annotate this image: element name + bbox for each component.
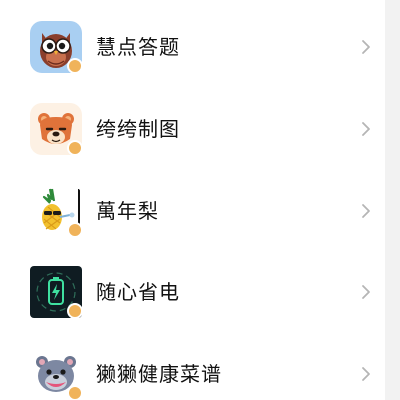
app-name: 獭獭健康菜谱 [96,362,222,386]
chevron-right-icon [362,367,370,381]
app-list: 慧点答题 绔绔制图 萬年梨 随心省电 獭獭健康菜谱 [0,0,385,400]
list-item-huidian[interactable]: 慧点答题 [0,6,385,88]
app-name: 萬年梨 [96,199,159,223]
list-item-tata[interactable]: 獭獭健康菜谱 [0,333,385,400]
list-item-suixin[interactable]: 随心省电 [0,251,385,333]
app-name: 慧点答题 [96,35,180,59]
chevron-right-icon [362,285,370,299]
badge-icon [67,303,83,319]
app-name: 绔绔制图 [96,117,180,141]
chevron-right-icon [362,40,370,54]
list-item-kuakua[interactable]: 绔绔制图 [0,88,385,170]
app-name: 随心省电 [96,280,180,304]
badge-icon [67,58,83,74]
chevron-right-icon [362,122,370,136]
chevron-right-icon [362,204,370,218]
list-item-wannianli[interactable]: 萬年梨 [0,170,385,252]
badge-icon [67,140,83,156]
scroll-gutter [388,0,400,400]
badge-icon [67,385,83,400]
badge-icon [67,222,83,238]
